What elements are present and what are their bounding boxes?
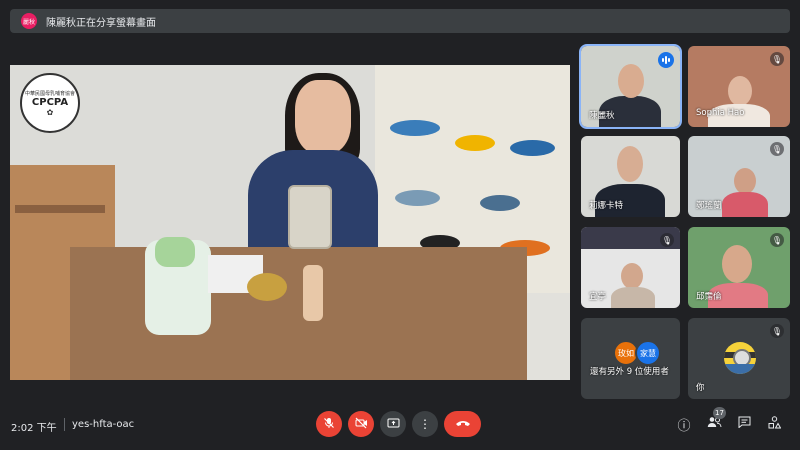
info-icon: ⓘ bbox=[677, 418, 691, 434]
participant-name: 邱霈倫 bbox=[696, 292, 722, 302]
logo-arc-text: 中華民國母乳哺育協會 bbox=[24, 90, 75, 97]
participant-face bbox=[618, 64, 644, 98]
chat-icon bbox=[738, 416, 751, 432]
microphone-button[interactable] bbox=[316, 411, 342, 437]
participant-tile[interactable]: 🎙 鄭瑤蘭 bbox=[688, 136, 790, 217]
fish-decoration bbox=[510, 140, 555, 156]
other-participants-tile[interactable]: 玫如 家慧 還有另外 9 位使用者 bbox=[581, 318, 680, 399]
videocam-off-icon bbox=[355, 417, 368, 432]
mic-off-icon bbox=[323, 417, 335, 432]
participant-face bbox=[734, 168, 756, 194]
participant-tile[interactable]: 陳麗秋 bbox=[579, 44, 682, 129]
more-options-button[interactable]: ⋮ bbox=[412, 411, 438, 437]
participant-name: 陳麗秋 bbox=[589, 111, 615, 121]
shelf-board bbox=[15, 205, 105, 213]
mic-off-icon: 🎙 bbox=[770, 142, 784, 156]
mic-off-icon: 🎙 bbox=[770, 233, 784, 247]
self-avatar bbox=[724, 342, 756, 374]
activities-icon bbox=[768, 415, 781, 433]
presenter-avatar: 麗秋 bbox=[21, 13, 37, 29]
participant-avatar: 家慧 bbox=[635, 340, 661, 366]
participant-name: 莉娜卡特 bbox=[589, 201, 624, 211]
other-participants-avatars: 玫如 家慧 bbox=[613, 340, 661, 366]
self-tile[interactable]: 🎙 你 bbox=[688, 318, 790, 399]
baby-bottle bbox=[303, 265, 323, 321]
chat-button[interactable] bbox=[734, 414, 754, 434]
fish-decoration bbox=[395, 190, 440, 206]
leave-call-button[interactable] bbox=[444, 411, 481, 437]
participant-face bbox=[617, 146, 643, 182]
mic-off-icon: 🎙 bbox=[770, 52, 784, 66]
others-count-label: 還有另外 9 位使用者 bbox=[590, 367, 669, 377]
presentation-video[interactable]: 中華民國母乳哺育協會 CPCPA ✿ bbox=[10, 65, 570, 380]
meeting-info-button[interactable]: ⓘ bbox=[674, 414, 694, 434]
meeting-code: yes-hfta-oac bbox=[72, 419, 135, 430]
fish-decoration bbox=[455, 135, 495, 151]
divider bbox=[64, 418, 65, 431]
participant-tile[interactable]: 🎙 邱霈倫 bbox=[688, 227, 790, 308]
meeting-time: 2:02 下午 bbox=[11, 423, 57, 434]
bottom-control-bar: 2:02 下午 yes-hfta-oac ⋮ ⓘ 17 bbox=[0, 404, 800, 450]
kettle-top bbox=[155, 237, 195, 267]
activities-button[interactable] bbox=[764, 414, 784, 434]
participant-face bbox=[722, 245, 752, 283]
participant-name: Sophia Hao bbox=[696, 108, 745, 118]
speaking-indicator-icon bbox=[658, 52, 674, 68]
participant-name: 鄭瑤蘭 bbox=[696, 201, 722, 211]
cpcpa-logo: 中華民國母乳哺育協會 CPCPA ✿ bbox=[20, 73, 80, 133]
formula-can bbox=[288, 185, 332, 249]
participant-face bbox=[621, 263, 643, 289]
logo-text: CPCPA bbox=[31, 96, 69, 108]
screen-share-banner: 麗秋 陳麗秋正在分享螢幕畫面 bbox=[10, 9, 790, 33]
fish-decoration bbox=[480, 195, 520, 211]
mic-off-icon: 🎙 bbox=[660, 233, 674, 247]
self-name: 你 bbox=[696, 383, 705, 393]
participant-face bbox=[728, 76, 752, 106]
call-end-icon bbox=[455, 417, 471, 432]
fish-decoration bbox=[390, 120, 440, 136]
participant-body bbox=[722, 192, 768, 217]
table bbox=[70, 247, 527, 380]
screen-share-notice: 陳麗秋正在分享螢幕畫面 bbox=[46, 17, 156, 29]
participant-tile[interactable]: 莉娜卡特 bbox=[581, 136, 680, 217]
participant-tile[interactable]: 🎙 Sophia Hao bbox=[688, 46, 790, 127]
participant-tile[interactable]: 🎙 宜亭 bbox=[581, 227, 680, 308]
participant-name: 宜亭 bbox=[589, 292, 607, 302]
present-icon bbox=[387, 417, 400, 432]
present-button[interactable] bbox=[380, 411, 406, 437]
can-lid bbox=[247, 273, 287, 301]
mic-off-icon: 🎙 bbox=[770, 324, 784, 338]
presenter-face bbox=[295, 80, 351, 154]
participant-body bbox=[611, 287, 655, 308]
overalls bbox=[724, 364, 756, 374]
camera-button[interactable] bbox=[348, 411, 374, 437]
more-vert-icon: ⋮ bbox=[419, 417, 431, 431]
flower-icon: ✿ bbox=[46, 107, 54, 117]
people-count-badge: 17 bbox=[713, 407, 726, 419]
